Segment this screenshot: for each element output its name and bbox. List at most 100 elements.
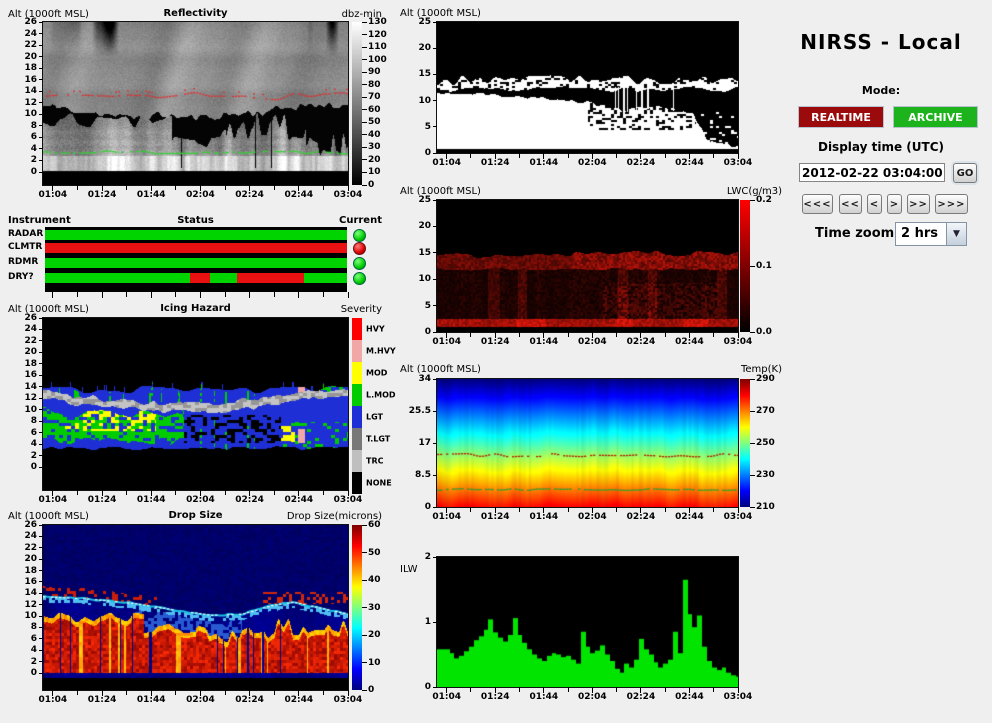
control-panel: NIRSS - Local Mode: REALTIME ARCHIVE Dis… (770, 0, 992, 300)
y-tick (39, 570, 43, 571)
colorbar-tick-label: 80 (368, 80, 381, 90)
colorbar-tick-label: 120 (368, 30, 387, 40)
x-minor-tick (175, 690, 176, 695)
y-tick (39, 45, 43, 46)
y-tick-label: 5 (397, 301, 431, 311)
colorbar-tick-label: 90 (368, 67, 381, 77)
temp-colorbar (740, 379, 750, 507)
x-tick-label: 01:44 (134, 495, 168, 505)
y-tick-label: 12 (3, 600, 37, 610)
x-minor-tick (175, 292, 176, 297)
step-back-large-button[interactable]: <<< (802, 194, 833, 214)
colorbar-tick-label: 210 (756, 502, 775, 512)
x-minor-tick (274, 185, 275, 190)
x-tick-label: 01:04 (36, 495, 70, 505)
severity-level-label: HVY (366, 325, 385, 334)
y-tick-label: 22 (3, 40, 37, 50)
status-panel (45, 227, 347, 292)
y-tick-label: 16 (3, 577, 37, 587)
archive-button[interactable]: ARCHIVE (893, 106, 978, 128)
colorbar-tick-label: 0.1 (756, 261, 772, 271)
colorbar-tick (362, 185, 367, 186)
x-tick (298, 292, 299, 298)
x-tick-label: 01:04 (430, 692, 464, 702)
x-tick-label: 01:24 (85, 190, 119, 200)
step-back-medium-button[interactable]: << (839, 194, 862, 214)
x-minor-tick (665, 332, 666, 337)
colorbar-tick-label: 110 (368, 42, 387, 52)
y-tick (433, 200, 437, 201)
time-zoom-value: 2 hrs (901, 226, 938, 241)
x-tick-label: 01:24 (85, 495, 119, 505)
y-tick (39, 91, 43, 92)
x-minor-tick (126, 490, 127, 495)
y-tick-label: 10 (3, 109, 37, 119)
y-tick (39, 340, 43, 341)
severity-swatch (352, 472, 362, 494)
step-forward-large-button[interactable]: >>> (935, 194, 968, 214)
y-tick-label: 17 (397, 438, 431, 448)
y-tick (39, 536, 43, 537)
x-minor-tick (616, 153, 617, 158)
y-tick (433, 687, 437, 688)
y-tick-label: 25 (397, 195, 431, 205)
step-back-small-button[interactable]: < (867, 194, 882, 214)
x-tick (151, 292, 152, 298)
status-bar-segment (45, 273, 190, 283)
colorbar-tick (362, 172, 367, 173)
x-tick-label: 02:44 (672, 512, 706, 522)
y-tick (39, 661, 43, 662)
y-tick (39, 581, 43, 582)
y-tick (433, 226, 437, 227)
colorbar-tick (362, 59, 367, 60)
colorbar-tick-label: 0.0 (756, 327, 772, 337)
y-tick (39, 125, 43, 126)
x-tick-label: 02:44 (672, 692, 706, 702)
y-tick-label: 0 (3, 668, 37, 678)
y-tick-label: 26 (3, 17, 37, 27)
y-tick-label: 22 (3, 336, 37, 346)
severity-level-label: NONE (366, 479, 392, 488)
x-minor-tick (470, 153, 471, 158)
x-tick-label: 02:24 (233, 495, 267, 505)
colorbar-tick (362, 159, 367, 160)
y-tick-label: 0 (397, 502, 431, 512)
x-tick-label: 02:24 (624, 158, 658, 168)
y-tick (433, 379, 437, 380)
x-tick-label: 01:04 (430, 158, 464, 168)
y-tick-label: 5 (397, 122, 431, 132)
realtime-button[interactable]: REALTIME (798, 106, 884, 128)
cloud-mask-plot (437, 22, 738, 153)
colorbar-tick-label: 0 (368, 685, 374, 695)
colorbar-tick (362, 97, 367, 98)
y-tick-label: 26 (3, 520, 37, 530)
x-minor-tick (470, 332, 471, 337)
time-zoom-select[interactable]: 2 hrs ▼ (895, 222, 967, 246)
y-tick-label: 8 (3, 416, 37, 426)
display-time-input[interactable] (799, 163, 945, 182)
y-tick (433, 279, 437, 280)
drop-size-colorbar (352, 525, 362, 690)
y-tick-label: 1 (397, 617, 431, 627)
x-tick-label: 01:44 (527, 158, 561, 168)
go-button[interactable]: GO (953, 163, 977, 183)
x-tick-label: 01:44 (527, 337, 561, 347)
y-tick-label: 14 (3, 382, 37, 392)
x-tick-label: 02:44 (282, 695, 316, 705)
colorbar-tick-label: 0.2 (756, 195, 772, 205)
step-forward-medium-button[interactable]: >> (907, 194, 930, 214)
ilw-plot (437, 557, 738, 687)
y-tick (39, 102, 43, 103)
x-tick-label: 02:04 (183, 190, 217, 200)
y-tick-label: 12 (3, 393, 37, 403)
y-tick-label: 24 (3, 29, 37, 39)
y-tick-label: 14 (3, 86, 37, 96)
x-tick-label: 01:04 (430, 337, 464, 347)
y-tick (39, 329, 43, 330)
x-minor-tick (77, 185, 78, 190)
colorbar-tick-label: 30 (368, 142, 381, 152)
step-forward-small-button[interactable]: > (887, 194, 902, 214)
dropsize-colorbar-label: Drop Size(microns) (250, 511, 382, 522)
x-tick-label: 01:24 (478, 337, 512, 347)
x-tick-label: 02:24 (233, 190, 267, 200)
